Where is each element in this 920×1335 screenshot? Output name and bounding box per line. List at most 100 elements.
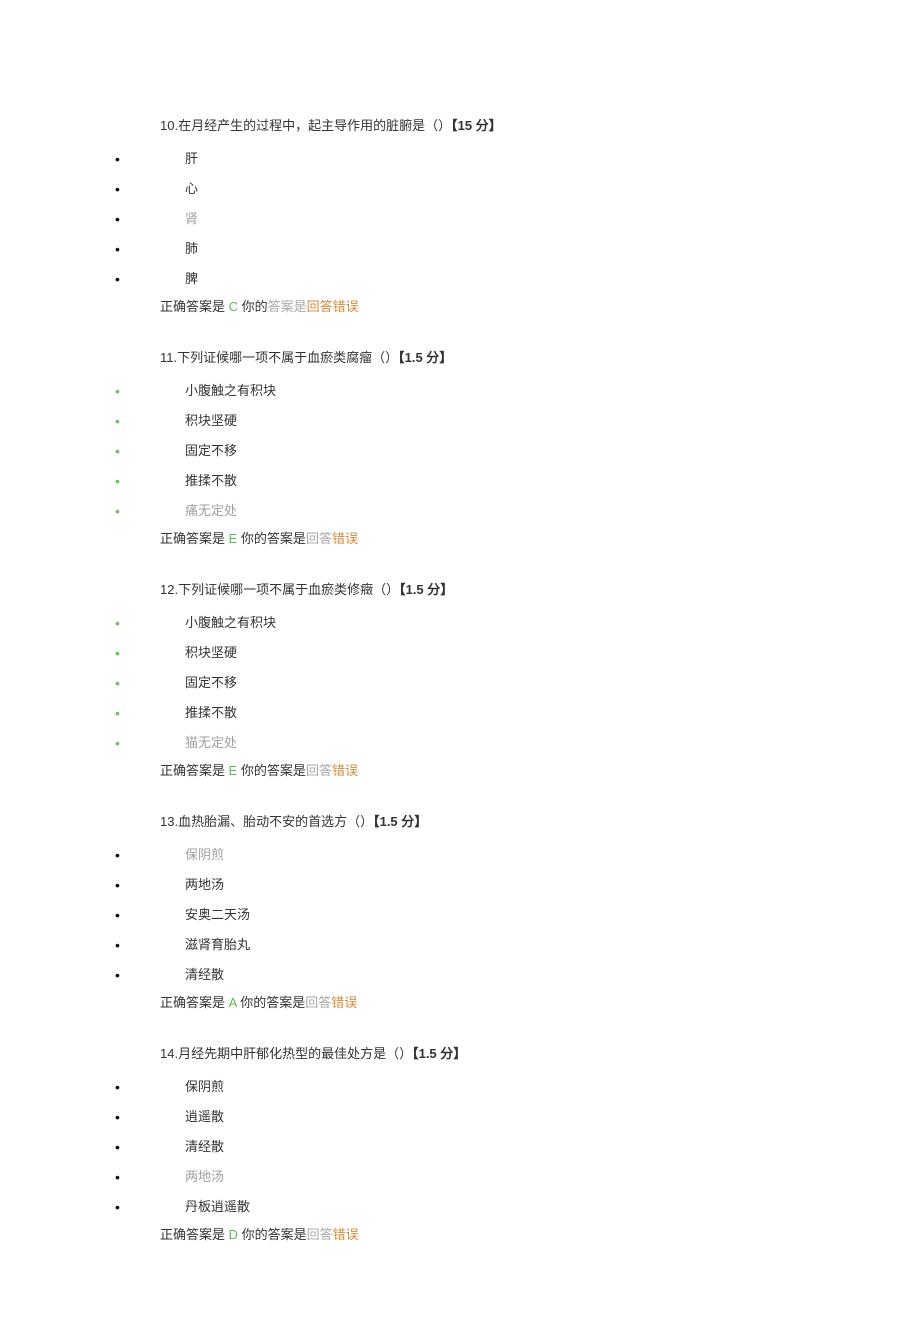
option-item[interactable]: 保阴煎 xyxy=(0,840,920,870)
question-score: 【1.5 分】 xyxy=(412,1046,466,1061)
option-item[interactable]: 肾 xyxy=(0,204,920,234)
options-list: 肝 心 肾 肺 脾 xyxy=(0,144,920,294)
option-text: 推揉不散 xyxy=(185,473,237,488)
option-item[interactable]: 保阴煎 xyxy=(0,1072,920,1102)
question-number: 14. xyxy=(160,1046,178,1061)
question-number: 12. xyxy=(160,582,178,597)
option-text: 固定不移 xyxy=(185,675,237,690)
option-item[interactable]: 固定不移 xyxy=(0,436,920,466)
option-item[interactable]: 推揉不散 xyxy=(0,698,920,728)
option-text: 积块坚硬 xyxy=(185,413,237,428)
options-list: 小腹触之有积块 积块坚硬 固定不移 推揉不散 猫无定处 xyxy=(0,608,920,758)
option-item[interactable]: 心 xyxy=(0,174,920,204)
question-score: 【15 分】 xyxy=(451,118,502,133)
result-text: 回答错误 xyxy=(307,299,359,314)
answer-prefix: 正确答案是 xyxy=(160,531,225,546)
option-item[interactable]: 痛无定处 xyxy=(0,496,920,526)
page-content: 10.在月经产生的过程中，起主导作用的脏腑是（）【15 分】 肝 心 肾 肺 脾… xyxy=(0,0,920,1335)
result-text: 错误 xyxy=(332,763,358,778)
option-item[interactable]: 丹板逍遥散 xyxy=(0,1192,920,1222)
answer-prefix: 正确答案是 xyxy=(160,763,225,778)
option-item[interactable]: 滋肾育胎丸 xyxy=(0,930,920,960)
correct-answer-letter: C xyxy=(229,299,238,314)
question-14: 14.月经先期中肝郁化热型的最佳处方是（）【1.5 分】 保阴煎 逍遥散 清经散… xyxy=(0,1043,920,1243)
option-item[interactable]: 清经散 xyxy=(0,960,920,990)
option-item[interactable]: 逍遥散 xyxy=(0,1102,920,1132)
option-text: 两地汤 xyxy=(185,1169,224,1184)
your-answer-text-1: 你的答案是 xyxy=(237,763,306,778)
question-score: 【1.5 分】 xyxy=(373,814,427,829)
option-text: 清经散 xyxy=(185,967,224,982)
options-list: 保阴煎 逍遥散 清经散 两地汤 丹板逍遥散 xyxy=(0,1072,920,1222)
question-title: 10.在月经产生的过程中，起主导作用的脏腑是（）【15 分】 xyxy=(160,115,920,134)
your-answer-text-1: 你的答案是 xyxy=(238,1227,307,1242)
option-text: 安奥二天汤 xyxy=(185,907,250,922)
result-text: 错误 xyxy=(331,995,357,1010)
your-answer-text-2: 答案是 xyxy=(268,299,307,314)
answer-prefix: 正确答案是 xyxy=(160,299,225,314)
option-text: 肾 xyxy=(185,211,198,226)
question-12: 12.下列证候哪一项不属于血瘀类修癥（）【1.5 分】 小腹触之有积块 积块坚硬… xyxy=(0,579,920,779)
question-number: 13. xyxy=(160,814,178,829)
option-item[interactable]: 安奥二天汤 xyxy=(0,900,920,930)
answer-feedback: 正确答案是 E 你的答案是回答错误 xyxy=(160,528,920,547)
correct-answer-letter: E xyxy=(229,763,238,778)
question-stem: 下列证候哪一项不属于血瘀类修癥（） xyxy=(178,582,399,597)
answer-feedback: 正确答案是 D 你的答案是回答错误 xyxy=(160,1224,920,1243)
option-text: 小腹触之有积块 xyxy=(185,383,276,398)
option-item[interactable]: 推揉不散 xyxy=(0,466,920,496)
option-text: 痛无定处 xyxy=(185,503,237,518)
question-11: 11.下列证候哪一项不属于血瘀类腐瘤（）【1.5 分】 小腹触之有积块 积块坚硬… xyxy=(0,347,920,547)
option-text: 保阴煎 xyxy=(185,1079,224,1094)
option-text: 小腹触之有积块 xyxy=(185,615,276,630)
question-title: 11.下列证候哪一项不属于血瘀类腐瘤（）【1.5 分】 xyxy=(160,347,920,366)
option-item[interactable]: 清经散 xyxy=(0,1132,920,1162)
option-text: 脾 xyxy=(185,271,198,286)
option-text: 逍遥散 xyxy=(185,1109,224,1124)
option-text: 肺 xyxy=(185,241,198,256)
option-text: 滋肾育胎丸 xyxy=(185,937,250,952)
option-item[interactable]: 猫无定处 xyxy=(0,728,920,758)
option-item[interactable]: 固定不移 xyxy=(0,668,920,698)
option-item[interactable]: 积块坚硬 xyxy=(0,406,920,436)
option-text: 两地汤 xyxy=(185,877,224,892)
options-list: 保阴煎 两地汤 安奥二天汤 滋肾育胎丸 清经散 xyxy=(0,840,920,990)
option-item[interactable]: 小腹触之有积块 xyxy=(0,608,920,638)
question-title: 14.月经先期中肝郁化热型的最佳处方是（）【1.5 分】 xyxy=(160,1043,920,1062)
correct-answer-letter: D xyxy=(229,1227,238,1242)
option-item[interactable]: 积块坚硬 xyxy=(0,638,920,668)
answer-feedback: 正确答案是 C 你的答案是回答错误 xyxy=(160,296,920,315)
answer-feedback: 正确答案是 A 你的答案是回答错误 xyxy=(160,992,920,1011)
question-stem: 血热胎漏、胎动不安的首选方（） xyxy=(178,814,373,829)
option-item[interactable]: 肝 xyxy=(0,144,920,174)
question-number: 11. xyxy=(160,350,177,365)
option-text: 猫无定处 xyxy=(185,735,237,750)
answer-prefix: 正确答案是 xyxy=(160,1227,225,1242)
your-answer-text-2: 回答 xyxy=(306,531,332,546)
correct-answer-letter: A xyxy=(229,995,237,1010)
option-text: 心 xyxy=(185,181,198,196)
question-score: 【1.5 分】 xyxy=(398,350,452,365)
question-stem: 下列证候哪一项不属于血瘀类腐瘤（） xyxy=(177,350,398,365)
option-item[interactable]: 肺 xyxy=(0,234,920,264)
option-text: 固定不移 xyxy=(185,443,237,458)
option-item[interactable]: 两地汤 xyxy=(0,1162,920,1192)
question-title: 12.下列证候哪一项不属于血瘀类修癥（）【1.5 分】 xyxy=(160,579,920,598)
option-item[interactable]: 脾 xyxy=(0,264,920,294)
options-list: 小腹触之有积块 积块坚硬 固定不移 推揉不散 痛无定处 xyxy=(0,376,920,526)
question-stem: 在月经产生的过程中，起主导作用的脏腑是（） xyxy=(178,118,451,133)
option-text: 丹板逍遥散 xyxy=(185,1199,250,1214)
correct-answer-letter: E xyxy=(229,531,238,546)
option-item[interactable]: 小腹触之有积块 xyxy=(0,376,920,406)
question-number: 10. xyxy=(160,118,178,133)
option-text: 清经散 xyxy=(185,1139,224,1154)
result-text: 错误 xyxy=(333,1227,359,1242)
question-10: 10.在月经产生的过程中，起主导作用的脏腑是（）【15 分】 肝 心 肾 肺 脾… xyxy=(0,115,920,315)
your-answer-text-2: 回答 xyxy=(305,995,331,1010)
option-text: 积块坚硬 xyxy=(185,645,237,660)
option-item[interactable]: 两地汤 xyxy=(0,870,920,900)
option-text: 推揉不散 xyxy=(185,705,237,720)
your-answer-text-1: 你的 xyxy=(238,299,268,314)
question-13: 13.血热胎漏、胎动不安的首选方（）【1.5 分】 保阴煎 两地汤 安奥二天汤 … xyxy=(0,811,920,1011)
option-text: 保阴煎 xyxy=(185,847,224,862)
